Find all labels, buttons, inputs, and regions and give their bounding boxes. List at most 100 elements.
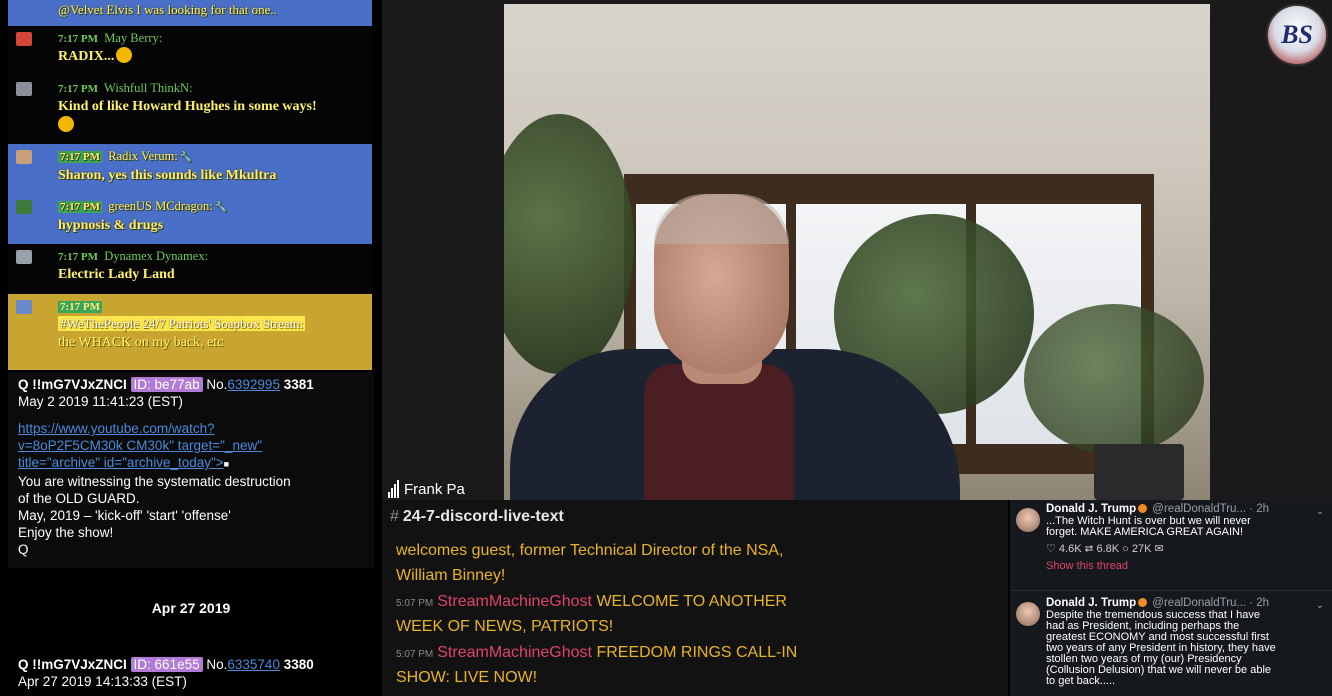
chat-timestamp: 7:17 PM: [58, 83, 99, 95]
chat-timestamp: 7:17 PM: [58, 251, 99, 263]
chat-username[interactable]: Dynamex Dynamex:: [104, 249, 208, 263]
chat-message: 7:17 PM #WeThePeople 24/7 Patriots' Soap…: [8, 294, 372, 370]
avatar: [1016, 508, 1040, 532]
hashtag-icon: #: [390, 508, 399, 525]
avatar: [16, 250, 32, 264]
participant-name: Frank Pa: [404, 481, 465, 498]
discord-message-line: welcomes guest, former Technical Directo…: [396, 538, 996, 563]
smiley-icon: [58, 116, 74, 132]
discord-username[interactable]: StreamMachineGhost: [437, 644, 592, 661]
qpost-line: You are witnessing the systematic destru…: [18, 474, 291, 489]
chat-username[interactable]: Radix Verum:: [108, 149, 178, 163]
discord-message-line: 5:07 PM StreamMachineGhost WELCOME TO ANO…: [396, 589, 996, 616]
badge-icon: [1138, 598, 1148, 607]
discord-username[interactable]: StreamMachineGhost: [437, 593, 592, 610]
tweet-age: · 2h: [1249, 503, 1270, 515]
tweet-author-name: Donald J. Trump: [1046, 597, 1137, 609]
qpost-no-label: No.: [206, 377, 228, 392]
channel-logo: BS: [1266, 4, 1328, 66]
qpost-line: May, 2019 – 'kick-off' 'start' 'offense': [18, 508, 231, 523]
discord-message-line: 5:07 PM StreamMachineGhost FREEDOM RINGS …: [396, 640, 996, 667]
tweet-handle: @realDonaldTru...: [1152, 503, 1246, 515]
chat-channel-tag: #WeThePeople 24/7 Patriots' Soapbox Stre…: [58, 316, 306, 331]
chat-message: 7:17 PM Wishfull ThinkN: Kind of like Ho…: [8, 76, 372, 144]
qpost-line: of the OLD GUARD.: [18, 491, 140, 506]
chat-timestamp: 7:17 PM: [58, 33, 99, 45]
chevron-down-icon[interactable]: ⌄: [1316, 600, 1324, 611]
signal-strength-icon: [388, 480, 400, 498]
avatar: [1016, 602, 1040, 626]
tweet[interactable]: Donald J. Trump @realDonaldTru... · 2h ⌄…: [1010, 597, 1332, 687]
discord-message-text: welcomes guest, former Technical Directo…: [396, 542, 784, 559]
wrench-icon: 🔧: [179, 152, 193, 163]
tweet-handle: @realDonaldTru...: [1152, 597, 1246, 609]
qpost: Q !!mG7VJxZNCI ID: 661e55 No.6335740 338…: [8, 656, 374, 690]
avatar: [16, 82, 32, 96]
channel-header[interactable]: #24-7-discord-live-text: [390, 508, 564, 526]
discord-timestamp: 5:07 PM: [396, 598, 434, 609]
chat-message-text: hypnosis & drugs: [58, 218, 164, 233]
qpost-tripcode: Q !!mG7VJxZNCI: [18, 657, 127, 672]
tweet-stats: ♡ 4.6K ⮂ 6.8K ○ 27K ✉: [1046, 543, 1164, 555]
chat-message-text: RADIX...: [58, 49, 115, 64]
tweet-author-name: Donald J. Trump: [1046, 503, 1137, 515]
avatar: [16, 32, 32, 46]
qpost-id-badge: ID: 661e55: [130, 657, 203, 672]
discord-message-text: FREEDOM RINGS CALL-IN: [596, 644, 798, 661]
discord-message-line: WEEK OF NEWS, PATRIOTS!: [396, 614, 996, 639]
qpost-number-link[interactable]: 6392995: [227, 377, 280, 392]
chat-message: 7:17 PM Dynamex Dynamex: Electric Lady L…: [8, 244, 372, 294]
discord-message-text: SHOW: LIVE NOW!: [396, 669, 538, 686]
chat-username[interactable]: greenUS MCdragon:: [108, 199, 213, 213]
qpost-id-badge: ID: be77ab: [130, 377, 203, 392]
qpost-tripcode: Q !!mG7VJxZNCI: [18, 377, 127, 392]
chat-message-text: @Velvet Elvis I was looking for that one…: [58, 2, 277, 17]
qpost-link[interactable]: v=8oP2F5CM30k CM30k" target="_new": [18, 437, 364, 454]
qpost-date: Apr 27 2019 14:13:33 (EST): [18, 674, 187, 689]
discord-timestamp: 5:07 PM: [396, 649, 434, 660]
tweet-age: · 2h: [1249, 597, 1270, 609]
chat-timestamp: 7:17 PM: [58, 301, 103, 313]
chat-message-text: Kind of like Howard Hughes in some ways!: [58, 99, 317, 114]
chat-message: 7:17 PM greenUS MCdragon: 🔧 hypnosis & dr…: [8, 194, 372, 244]
twitter-feed-panel: Donald J. Trump @realDonaldTru... · 2h ⌄…: [1010, 500, 1332, 696]
date-divider: Apr 27 2019: [151, 600, 231, 616]
chat-message: 7:17 PM Radix Verum: 🔧 Sharon, yes this s…: [8, 144, 372, 194]
wrench-icon: 🔧: [214, 202, 228, 213]
qpost-index: 3380: [283, 657, 314, 672]
chat-message: 7:17 PM May Berry: RADIX...: [8, 26, 372, 76]
chat-timestamp: 7:17 PM: [58, 151, 103, 163]
qpost-date: May 2 2019 11:41:23 (EST): [18, 394, 183, 409]
qpost-no-label: No.: [206, 657, 228, 672]
chat-timestamp: 7:17 PM: [58, 201, 103, 213]
chat-username[interactable]: Wishfull ThinkN:: [104, 81, 193, 95]
badge-icon: [1138, 504, 1148, 513]
qpost-signature: Q: [18, 542, 29, 557]
avatar: [16, 300, 32, 314]
qpost-index: 3381: [283, 377, 314, 392]
chevron-down-icon[interactable]: ⌄: [1316, 506, 1324, 517]
avatar: [16, 200, 32, 214]
qpost-body: https://www.youtube.com/watch? v=8oP2F5C…: [18, 420, 364, 558]
tweet-text: ...The Witch Hunt is over but we will ne…: [1046, 515, 1251, 538]
discord-chat-panel: #24-7-discord-live-text welcomes guest, …: [382, 500, 1008, 696]
tweet[interactable]: Donald J. Trump @realDonaldTru... · 2h ⌄…: [1010, 503, 1332, 572]
divider: [1010, 590, 1332, 591]
guest-video-feed[interactable]: [504, 4, 1210, 500]
discord-message-text: WEEK OF NEWS, PATRIOTS!: [396, 618, 614, 635]
channel-name: 24-7-discord-live-text: [402, 508, 564, 525]
chat-username[interactable]: May Berry:: [104, 31, 162, 45]
qpost-number-link[interactable]: 6335740: [227, 657, 280, 672]
show-thread-link[interactable]: Show this thread: [1046, 561, 1324, 572]
thumbs-up-icon: [116, 47, 133, 63]
discord-message-text: William Binney!: [396, 567, 506, 584]
qpost-link[interactable]: https://www.youtube.com/watch?: [18, 420, 364, 437]
chat-message-text: the WHACK on my back, etc: [58, 335, 224, 350]
discord-message-text: WELCOME TO ANOTHER: [596, 593, 787, 610]
qpost-line: Enjoy the show!: [18, 525, 114, 540]
qpost-link[interactable]: title="archive" id="archive_today">: [18, 455, 224, 470]
logo-text: BS: [1281, 20, 1313, 49]
qposts-panel: Q !!mG7VJxZNCI ID: be77ab No.6392995 338…: [8, 372, 374, 696]
embed-icon: ■: [223, 459, 230, 469]
video-stage: Frank Pa BS: [382, 0, 1332, 500]
